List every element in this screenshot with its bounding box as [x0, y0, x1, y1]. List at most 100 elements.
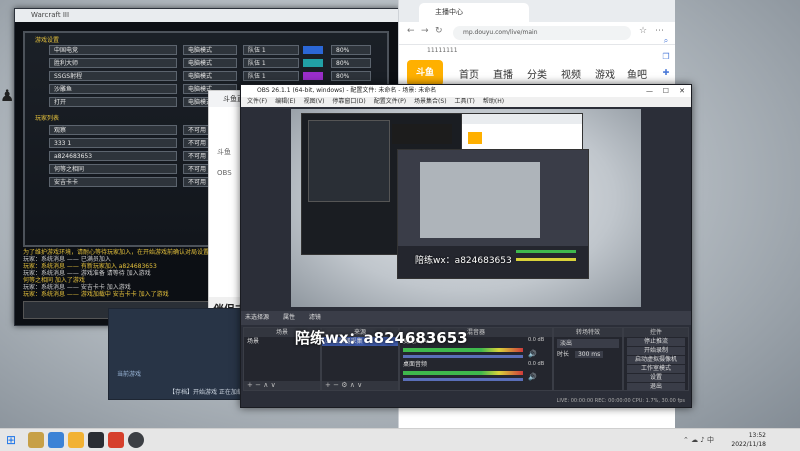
obs-app-icon[interactable]	[128, 432, 144, 448]
obs-menu-item[interactable]: 编辑(E)	[275, 98, 295, 105]
add-icon[interactable]: +	[325, 381, 331, 389]
player-row: SSGS射程 电脑模式 队伍 1 80%	[49, 71, 379, 81]
player-handicap[interactable]: 80%	[331, 58, 371, 68]
nav-fishbar[interactable]: 鱼吧	[627, 66, 647, 81]
properties-button[interactable]: 属性	[283, 314, 295, 321]
down-icon[interactable]: ∨	[271, 381, 276, 389]
obs-preview[interactable]: 陪练wx：a824683653	[291, 109, 641, 307]
mic-db: 0.0 dB	[528, 337, 545, 343]
nav-home[interactable]: 首页	[459, 66, 479, 81]
extension-icon[interactable]: ✚	[659, 68, 673, 80]
forward-icon[interactable]: →	[421, 26, 429, 36]
desktop-volume-slider[interactable]	[403, 378, 523, 381]
speaker-icon[interactable]: 🔊	[528, 373, 537, 381]
up-icon[interactable]: ∧	[350, 381, 355, 389]
bookmark-item[interactable]: 11111111	[427, 47, 458, 54]
gear-icon[interactable]: ⚙	[341, 381, 347, 389]
player-handicap[interactable]: 80%	[331, 71, 371, 81]
obs-menu-item[interactable]: 停靠窗口(D)	[332, 98, 365, 105]
obs-menu-item[interactable]: 场景集合(S)	[414, 98, 447, 105]
player-name[interactable]: 打开	[49, 97, 177, 107]
player-name[interactable]: 胜利大师	[49, 58, 177, 68]
collections-icon[interactable]: ❐	[659, 52, 673, 64]
browser-tab[interactable]: 主播中心	[419, 3, 529, 22]
file-explorer-icon[interactable]	[68, 432, 84, 448]
settings-button[interactable]: 设置	[627, 374, 685, 382]
game-app-icon[interactable]	[28, 432, 44, 448]
up-icon[interactable]: ∧	[263, 381, 268, 389]
obs-statusbar: LIVE: 00:00:00 REC: 00:00:00 CPU: 1.7%, …	[241, 395, 691, 407]
nav-live[interactable]: 直播	[493, 66, 513, 81]
url-field[interactable]: mp.douyu.com/live/main	[453, 26, 631, 40]
player-mode[interactable]: 电脑模式	[183, 71, 237, 81]
search-icon[interactable]: ⌕	[659, 36, 673, 48]
player-color-swatch[interactable]	[303, 72, 323, 80]
obs-menu-item[interactable]: 文件(F)	[247, 98, 267, 105]
obs-menu-item[interactable]: 工具(T)	[455, 98, 475, 105]
observer-name[interactable]: a824683653	[49, 151, 177, 161]
studio-mode-button[interactable]: 工作室模式	[627, 365, 685, 373]
observer-name[interactable]: 安吉卡卡	[49, 177, 177, 187]
player-name[interactable]: 中国电竞	[49, 45, 177, 55]
obs-menubar: 文件(F) 编辑(E) 视图(V) 停靠窗口(D) 配置文件(P) 场景集合(S) 工具(T…	[241, 97, 691, 107]
obs-titlebar: OBS 26.1.1 (64-bit, windows) - 配置文件: 未命名…	[241, 85, 691, 97]
tab-title: 主播中心	[435, 8, 463, 16]
maximize-icon[interactable]: ☐	[663, 85, 669, 97]
stream-label: 当前游戏	[117, 371, 142, 378]
system-tray[interactable]: ⌃ ☁ ♪ 中	[683, 435, 714, 445]
add-icon[interactable]: +	[247, 381, 253, 389]
obs-menu-item[interactable]: 配置文件(P)	[374, 98, 406, 105]
minimize-icon[interactable]: —	[646, 85, 653, 97]
exit-button[interactable]: 退出	[627, 383, 685, 391]
player-handicap[interactable]: 80%	[331, 45, 371, 55]
transition-select[interactable]: 淡出	[557, 339, 619, 348]
filters-button[interactable]: 滤镜	[309, 314, 321, 321]
mic-volume-slider[interactable]	[403, 355, 523, 358]
duration-input[interactable]: 300 ms	[574, 351, 604, 358]
obs-window[interactable]: OBS 26.1.1 (64-bit, windows) - 配置文件: 未命名…	[240, 84, 692, 408]
player-color-swatch[interactable]	[303, 46, 323, 54]
clock-time: 13:52	[748, 432, 766, 439]
observer-name[interactable]: 何等之相同	[49, 164, 177, 174]
observer-name[interactable]: 333 1	[49, 138, 177, 148]
player-name[interactable]: 沙雕鱼	[49, 84, 177, 94]
remove-icon[interactable]: −	[255, 381, 261, 389]
player-mode[interactable]: 电脑模式	[183, 45, 237, 55]
favorites-icon[interactable]: ☆	[639, 26, 647, 36]
desktop-level-meter	[403, 371, 523, 375]
terminal-icon[interactable]	[88, 432, 104, 448]
player-color-swatch[interactable]	[303, 59, 323, 67]
windows-start-icon[interactable]: ⊞	[6, 432, 22, 448]
settings-icon[interactable]: ⋯	[655, 26, 664, 36]
player-team[interactable]: 队伍 1	[243, 58, 299, 68]
douyu-app-icon[interactable]	[108, 432, 124, 448]
remove-icon[interactable]: −	[333, 381, 339, 389]
transitions-dock-title: 转场特效	[554, 328, 622, 337]
clock[interactable]: 13:52 2022/11/18	[731, 431, 766, 449]
obs-menu-item[interactable]: 视图(V)	[304, 98, 325, 105]
nav-category[interactable]: 分类	[527, 66, 547, 81]
duration-label: 时长	[557, 351, 570, 358]
player-name[interactable]: SSGS射程	[49, 71, 177, 81]
close-icon[interactable]: ✕	[679, 85, 685, 97]
clock-date: 2022/11/18	[731, 441, 766, 448]
start-recording-button[interactable]: 开始录制	[627, 347, 685, 355]
player-mode[interactable]: 电脑模式	[183, 58, 237, 68]
controls-dock: 控件 停止推流 开始录制 启动虚拟摄像机 工作室模式 设置 退出	[623, 327, 689, 391]
player-row: 中国电竞 电脑模式 队伍 1 80%	[49, 45, 379, 55]
observer-name[interactable]: 观察	[49, 125, 177, 135]
speaker-icon[interactable]: 🔊	[528, 350, 537, 358]
nav-game[interactable]: 游戏	[595, 66, 615, 81]
refresh-icon[interactable]: ↻	[435, 26, 443, 36]
player-team[interactable]: 队伍 1	[243, 71, 299, 81]
stop-streaming-button[interactable]: 停止推流	[627, 338, 685, 346]
nav-video[interactable]: 视频	[561, 66, 581, 81]
down-icon[interactable]: ∨	[357, 381, 362, 389]
virtual-camera-button[interactable]: 启动虚拟摄像机	[627, 356, 685, 364]
desktop-person-icon: ♟	[0, 86, 15, 105]
douyu-logo[interactable]: 斗鱼	[407, 60, 443, 86]
browser-app-icon[interactable]	[48, 432, 64, 448]
player-team[interactable]: 队伍 1	[243, 45, 299, 55]
obs-menu-item[interactable]: 帮助(H)	[483, 98, 504, 105]
back-icon[interactable]: ←	[407, 26, 415, 36]
